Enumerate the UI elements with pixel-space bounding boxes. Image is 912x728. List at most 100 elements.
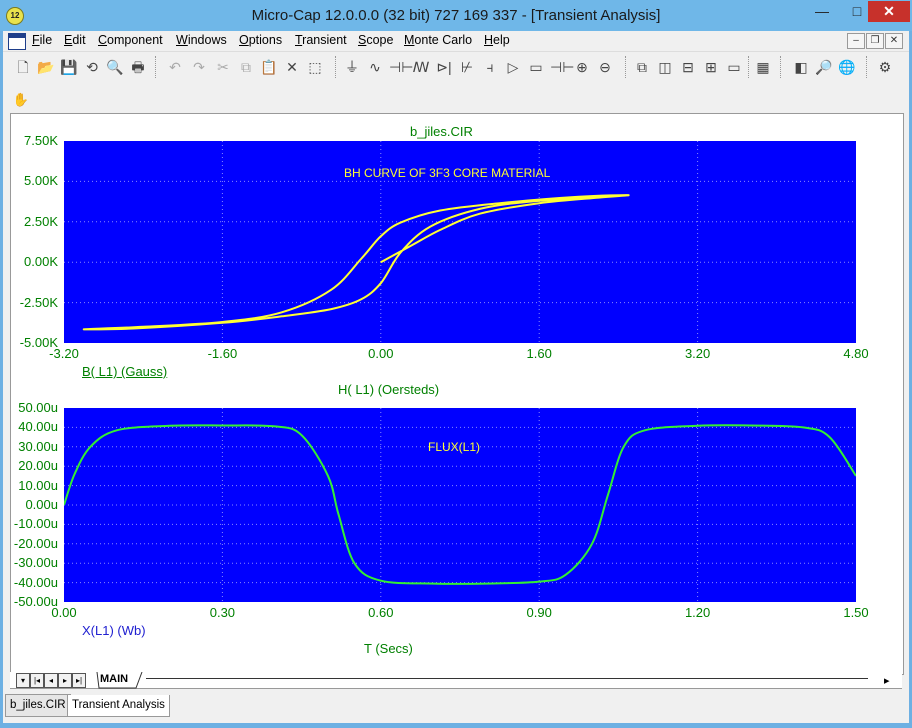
maximize-button[interactable]: □ (844, 1, 870, 22)
menu-options[interactable]: Options (239, 33, 282, 47)
flux-plot-svg (64, 408, 856, 602)
document-icon[interactable] (8, 33, 26, 50)
flux-y-tick-label: -30.00u (13, 555, 58, 571)
mdi-minimize-button[interactable]: – (847, 33, 865, 49)
scroll-right-arrow-icon[interactable]: ▸ (884, 674, 890, 687)
tile-horizontal-icon[interactable]: ⊟ (679, 58, 697, 76)
flux-y-tick-label: -20.00u (13, 535, 58, 551)
tile-vertical-icon[interactable]: ◫ (656, 58, 674, 76)
cut-icon[interactable]: ✂ (214, 58, 232, 76)
flux-x-label: T (Secs) (364, 641, 413, 656)
find-icon[interactable]: 🔎 (815, 58, 833, 76)
undo-icon[interactable]: ↶ (166, 58, 184, 76)
pan-hand-icon[interactable]: ✋ (12, 91, 30, 109)
new-file-icon[interactable]: 🗋 (14, 58, 32, 76)
bh-y-tick-label: 7.50K (24, 133, 58, 148)
flux-x-tick-label: 1.20 (684, 605, 711, 620)
hscroll-track[interactable] (146, 678, 868, 679)
flux-y-tick-label: 20.00u (18, 458, 58, 474)
bh-y-label: B( L1) (Gauss) (82, 364, 168, 379)
doc-tab-transient[interactable]: Transient Analysis (67, 695, 170, 717)
bh-y-tick-label: 5.00K (24, 173, 58, 189)
menu-edit[interactable]: Edit (64, 33, 86, 47)
bh-x-tick-label: 4.80 (843, 346, 869, 361)
last-page-button[interactable]: ▸| (72, 673, 86, 688)
redo-icon[interactable]: ↷ (190, 58, 208, 76)
split-window-icon[interactable]: ⊞ (702, 58, 720, 76)
transistor-icon[interactable]: ⊬ (458, 58, 476, 76)
flux-x-tick-label: 0.90 (526, 605, 552, 620)
toolbar-separator (155, 56, 157, 78)
capacitor-icon[interactable]: ⊣⊢ (389, 58, 413, 76)
flux-y-tick-label: -10.00u (13, 516, 58, 532)
mosfet-icon[interactable]: ⫞ (481, 58, 499, 76)
plot-file-title: b_jiles.CIR (410, 124, 473, 139)
menu-transient[interactable]: Transient (295, 33, 347, 47)
first-page-button[interactable]: |◂ (30, 673, 44, 688)
print-icon[interactable]: 🖶 (129, 58, 147, 76)
flux-y-tick-label: 30.00u (18, 438, 58, 454)
toolbar-separator (748, 56, 750, 78)
flux-y-tick-label: -40.00u (13, 574, 58, 590)
globe-icon[interactable]: 🌐 (838, 58, 856, 76)
bh-y-tick-label: 2.50K (24, 213, 58, 229)
bh-x-tick-label: -3.20 (49, 346, 79, 361)
revert-icon[interactable]: ⟲ (83, 58, 101, 76)
macro-icon[interactable]: ▭ (527, 58, 545, 76)
component-panel-icon[interactable]: ◧ (792, 58, 810, 76)
bh-annotation: BH CURVE OF 3F3 CORE MATERIAL (344, 166, 551, 180)
prev-page-button[interactable]: ◂ (44, 673, 58, 688)
window-icon[interactable]: ▭ (725, 58, 743, 76)
bh-x-tick-label: -1.60 (207, 346, 238, 361)
bh-x-tick-label: 1.60 (526, 346, 552, 361)
mdi-restore-button[interactable]: ❐ (866, 33, 884, 49)
battery-icon[interactable]: ⊣⊢ (550, 58, 574, 76)
select-all-icon[interactable]: ⬚ (306, 58, 324, 76)
bh-y-tick-label: 0.00K (24, 254, 58, 270)
opamp-icon[interactable]: ▷ (504, 58, 522, 76)
flux-y-tick-label: 10.00u (18, 477, 58, 493)
flux-y-label: X(L1) (Wb) (82, 623, 146, 638)
minimize-button[interactable]: — (800, 1, 844, 22)
flux-y-tick-label: 0.00u (25, 497, 58, 512)
menu-monte-carlo[interactable]: Monte Carlo (404, 33, 472, 47)
current-source-icon[interactable]: ⊖ (596, 58, 614, 76)
cascade-windows-icon[interactable]: ⧉ (633, 58, 651, 76)
menu-file[interactable]: File (32, 33, 52, 47)
close-button[interactable]: ✕ (868, 1, 910, 22)
inductor-icon[interactable]: ꟿ (412, 58, 430, 76)
mdi-close-button[interactable]: ✕ (885, 33, 903, 49)
menu-component[interactable]: Component (98, 33, 163, 47)
open-folder-icon[interactable]: 📂 (37, 58, 55, 76)
toolbar-separator (625, 56, 627, 78)
toolbar-separator (335, 56, 337, 78)
tab-main-outline (96, 672, 143, 689)
doc-tab-circuit[interactable]: b_jiles.CIR (5, 694, 71, 717)
voltage-source-icon[interactable]: ⊕ (573, 58, 591, 76)
delete-icon[interactable]: ✕ (283, 58, 301, 76)
flux-x-tick-label: 0.30 (209, 605, 236, 620)
tab-menu-button[interactable]: ▾ (16, 673, 30, 688)
paste-icon[interactable]: 📋 (260, 58, 278, 76)
secondary-toolbar (3, 84, 909, 111)
menu-help[interactable]: Help (484, 33, 510, 47)
flux-x-tick-label: 0.00 (51, 605, 77, 620)
next-page-button[interactable]: ▸ (58, 673, 72, 688)
copy-icon[interactable]: ⧉ (237, 58, 255, 76)
bh-x-label: H( L1) (Oersteds) (338, 382, 440, 397)
bh-y-tick-label: -2.50K (19, 294, 58, 310)
print-preview-icon[interactable]: 🔍 (106, 58, 124, 76)
probe-icon[interactable]: ⚙ (876, 58, 894, 76)
ground-icon[interactable]: ⏚ (343, 58, 361, 76)
title-bar[interactable]: 12 Micro-Cap 12.0.0.0 (32 bit) 727 169 3… (0, 0, 912, 31)
flux-x-tick-label: 0.60 (368, 605, 394, 620)
menu-windows[interactable]: Windows (176, 33, 227, 47)
save-icon[interactable]: 💾 (60, 58, 78, 76)
flux-y-tick-label: 40.00u (18, 419, 58, 435)
flux-annotation: FLUX(L1) (428, 440, 481, 454)
menu-scope[interactable]: Scope (358, 33, 393, 47)
resistor-icon[interactable]: ∿ (366, 58, 384, 76)
toolbar-separator (866, 56, 868, 78)
calculator-icon[interactable]: ▦ (754, 58, 772, 76)
diode-icon[interactable]: ⊳| (435, 58, 453, 76)
